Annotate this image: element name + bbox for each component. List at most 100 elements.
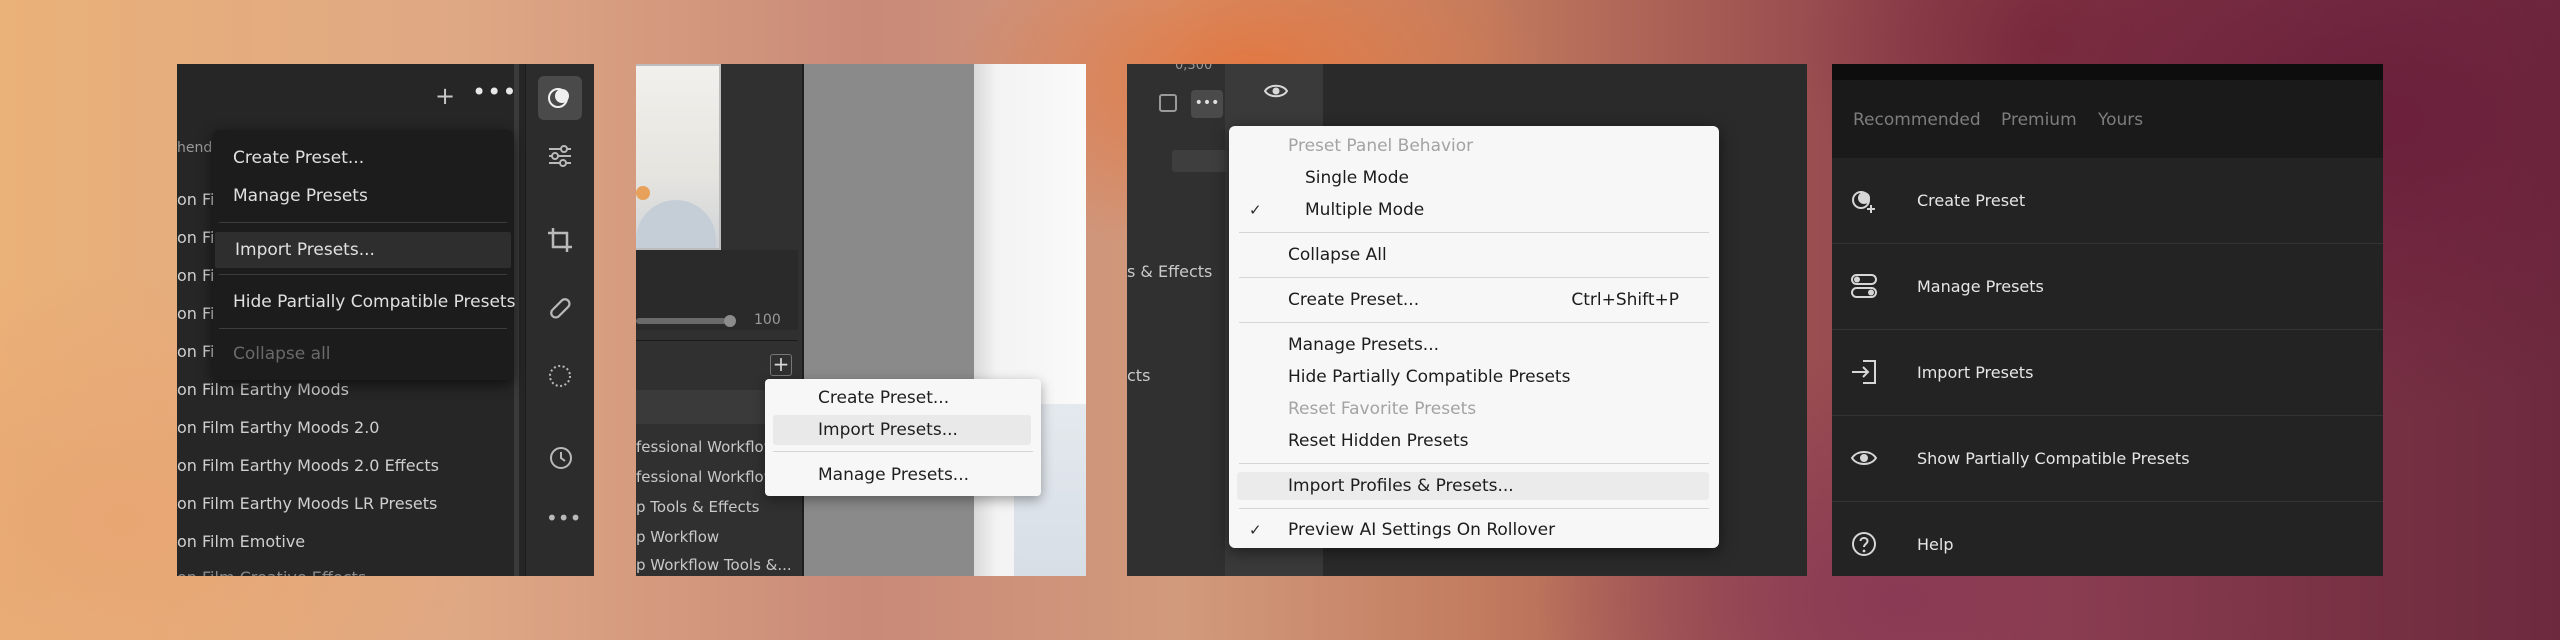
more-vertical-icon[interactable]: ••• [546, 504, 581, 532]
shortcut-label: Ctrl+Shift+P [1571, 290, 1679, 310]
manage-presets-icon [1848, 271, 1880, 303]
slider-value: 100 [754, 312, 781, 328]
tab-recommended[interactable]: Recommended [1853, 110, 1981, 130]
reset-favorite-menu-item: Reset Favorite Presets [1288, 399, 1477, 419]
create-preset-menu-item[interactable]: Create Preset... [773, 383, 1031, 413]
multiple-mode-menu-item[interactable]: ✓ Multiple Mode [1237, 196, 1709, 224]
hide-partial-menu-item[interactable]: Hide Partially Compatible Presets [1237, 363, 1709, 391]
list-item[interactable]: on Film Earthy Moods [177, 380, 349, 399]
list-item[interactable]: on Film Earthy Moods LR Presets [177, 494, 437, 513]
menu-divider [1239, 232, 1709, 233]
manage-presets-menu-item[interactable]: Manage Presets [213, 178, 513, 214]
menu-divider [1239, 508, 1709, 509]
menu-divider [1239, 322, 1709, 323]
preset-tabs: Recommended Premium Yours [1832, 80, 2383, 158]
photo-preview [974, 64, 1086, 576]
tab-premium[interactable]: Premium [2001, 110, 2077, 130]
more-icon[interactable]: ••• [472, 78, 517, 106]
add-preset-icon[interactable]: + [770, 354, 792, 376]
preset-panel-behavior-label: Preset Panel Behavior [1288, 136, 1474, 156]
menu-divider [219, 222, 507, 223]
photo-fruit [636, 186, 650, 200]
presets-context-menu: Create Preset... Import Presets... Manag… [765, 379, 1041, 496]
import-icon [1848, 357, 1880, 389]
list-item[interactable]: on Fi [177, 342, 215, 361]
list-item[interactable]: p Workflow [636, 528, 719, 546]
list-item[interactable]: fessional Workflow [636, 438, 776, 456]
list-item[interactable]: on Fi [177, 190, 215, 209]
lightroom-classic-presets-panel: 100 + fessional Workflow fessional Workf… [636, 64, 1086, 576]
menu-divider [219, 274, 507, 275]
preview-ai-menu-item[interactable]: ✓ Preview AI Settings On Rollover [1237, 516, 1709, 544]
manage-presets-menu-item[interactable]: Manage Presets... [773, 460, 1031, 490]
masking-icon[interactable] [546, 362, 574, 390]
lightroom-dark-presets-panel: hende + ••• on Fi on Fi on Fi on Fi on F… [177, 64, 594, 576]
list-item[interactable]: on Fi [177, 266, 215, 285]
help-icon [1848, 529, 1880, 561]
collapse-all-menu-item[interactable]: Collapse All [1237, 241, 1709, 269]
scrollbar[interactable] [514, 64, 519, 576]
slider-track[interactable] [636, 318, 726, 324]
single-mode-menu-item[interactable]: Single Mode [1237, 164, 1709, 192]
import-presets-menu-item[interactable]: Import Presets... [215, 232, 511, 268]
search-field[interactable] [1172, 150, 1232, 172]
list-item[interactable]: s & Effects [1127, 262, 1212, 281]
manage-presets-label: Manage Presets [1917, 277, 2044, 296]
list-item[interactable]: p Tools & Effects [636, 498, 759, 516]
presets-icon[interactable] [538, 76, 582, 120]
help-row[interactable]: Help [1832, 502, 2383, 576]
manage-presets-menu-item[interactable]: Manage Presets... [1237, 331, 1709, 359]
list-item[interactable]: fessional Workflow [636, 468, 776, 486]
manage-presets-row[interactable]: Manage Presets [1832, 244, 2383, 330]
presets-sidebar: 100 + fessional Workflow fessional Workf… [636, 64, 804, 576]
multiple-mode-label: Multiple Mode [1305, 200, 1425, 220]
menu-divider [1239, 277, 1709, 278]
healing-icon[interactable] [546, 294, 574, 322]
top-bar [1832, 64, 2383, 80]
preset-options-menu: Preset Panel Behavior Single Mode ✓ Mult… [1229, 126, 1719, 548]
sliders-icon[interactable] [546, 142, 574, 170]
list-item[interactable]: on Film Earthy Moods 2.0 Effects [177, 456, 439, 475]
hide-partial-menu-item[interactable]: Hide Partially Compatible Presets [213, 284, 515, 320]
reset-hidden-menu-item[interactable]: Reset Hidden Presets [1237, 427, 1709, 455]
collapse-all-menu-item: Collapse all [233, 344, 331, 364]
check-icon: ✓ [1249, 201, 1262, 219]
list-item[interactable]: on Film Emotive [177, 532, 305, 551]
slider-thumb[interactable] [724, 315, 736, 327]
show-partial-label: Show Partially Compatible Presets [1917, 449, 2190, 468]
list-item[interactable]: p Workflow Tools &... [636, 556, 792, 574]
plus-icon[interactable]: + [435, 82, 455, 110]
list-item[interactable]: on Fi [177, 304, 215, 323]
import-profiles-menu-item[interactable]: Import Profiles & Presets... [1237, 472, 1709, 500]
count-label: 0,300 [1175, 64, 1213, 73]
eye-icon[interactable] [1263, 78, 1289, 104]
import-presets-menu-item[interactable]: Import Presets... [773, 415, 1031, 445]
lightroom-classic-options-menu-panel: 0,300 ••• s & Effects cts Preset Panel B… [1127, 64, 1807, 576]
show-partial-row[interactable]: Show Partially Compatible Presets [1832, 416, 2383, 502]
menu-divider [1239, 463, 1709, 464]
import-presets-label: Import Presets [1917, 363, 2034, 382]
photo-tablecloth [636, 200, 716, 248]
create-preset-row[interactable]: Create Preset [1832, 158, 2383, 244]
tab-yours[interactable]: Yours [2098, 110, 2143, 130]
list-item[interactable]: on Film Creative Effects [177, 568, 366, 576]
create-preset-label: Create Preset... [1288, 290, 1420, 310]
create-preset-label: Create Preset [1917, 191, 2026, 210]
create-preset-icon [1848, 185, 1880, 217]
eye-icon [1848, 443, 1880, 475]
square-icon[interactable] [1159, 94, 1177, 112]
create-preset-menu-item[interactable]: Create Preset... Ctrl+Shift+P [1237, 286, 1709, 314]
check-icon: ✓ [1249, 521, 1262, 539]
create-preset-menu-item[interactable]: Create Preset... [213, 140, 513, 176]
divider [636, 340, 798, 341]
list-item[interactable]: cts [1127, 366, 1150, 385]
more-icon[interactable]: ••• [1191, 90, 1223, 118]
import-presets-row[interactable]: Import Presets [1832, 330, 2383, 416]
canvas-area [804, 64, 974, 576]
list-item[interactable]: on Fi [177, 228, 215, 247]
photo-thumbnail [636, 64, 721, 250]
crop-icon[interactable] [546, 226, 574, 254]
history-icon[interactable] [546, 444, 574, 472]
list-item[interactable]: on Film Earthy Moods 2.0 [177, 418, 379, 437]
menu-divider [219, 328, 507, 329]
